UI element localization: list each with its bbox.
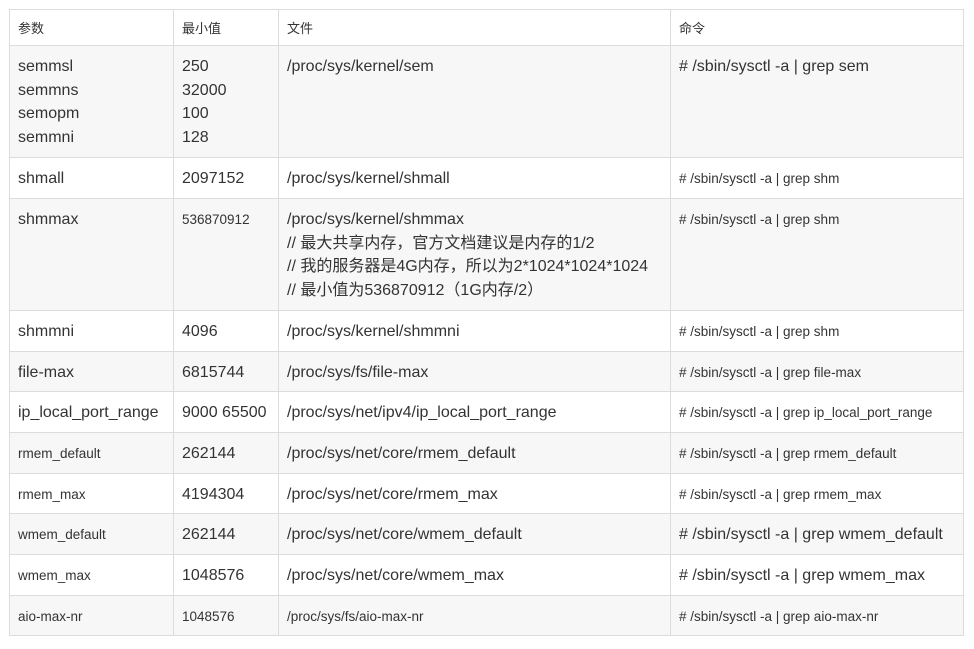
file-comment: // 最小值为536870912（1G内存/2） xyxy=(287,281,544,299)
table-row: ip_local_port_range 9000 65500 /proc/sys… xyxy=(9,391,964,433)
param-cell: shmall xyxy=(9,157,174,199)
file-path-cell: /proc/sys/net/core/rmem_max xyxy=(278,473,671,514)
table-row: aio-max-nr 1048576 /proc/sys/fs/aio-max-… xyxy=(9,595,964,636)
command-cell: # /sbin/sysctl -a | grep shm xyxy=(670,310,964,352)
file-path: /proc/sys/kernel/sem xyxy=(287,58,434,75)
file-path-cell: /proc/sys/net/core/wmem_max xyxy=(278,554,671,596)
file-comment: // 我的服务器是4G内存，所以为2*1024*1024*1024 xyxy=(287,258,649,275)
min-value-cell: 9000 65500 xyxy=(173,391,279,433)
file-path-cell: /proc/sys/net/core/wmem_default xyxy=(278,513,671,555)
file-path-cell: /proc/sys/fs/aio-max-nr xyxy=(278,595,671,636)
param-name: semopm xyxy=(18,105,80,122)
param-cell: shmmni xyxy=(9,310,174,352)
table-row: shmmax 536870912 /proc/sys/kernel/shmmax… xyxy=(9,198,964,311)
min-value-cell: 262144 xyxy=(173,513,279,555)
min-value-cell: 6815744 xyxy=(173,351,279,392)
header-min-value: 最小值 xyxy=(173,9,279,46)
command-cell: # /sbin/sysctl -a | grep ip_local_port_r… xyxy=(670,391,964,433)
param-cell: shmmax xyxy=(9,198,174,311)
table-row: wmem_default 262144 /proc/sys/net/core/w… xyxy=(9,513,964,555)
min-value: 32000 xyxy=(182,81,227,99)
table-header-row: 参数 最小值 文件 命令 xyxy=(9,9,964,46)
file-comment: // 最大共享内存，官方文档建议是内存的1/2 xyxy=(287,234,595,252)
param-cell: rmem_default xyxy=(9,432,174,474)
table-row: wmem_max 1048576 /proc/sys/net/core/wmem… xyxy=(9,554,964,596)
param-cell: aio-max-nr xyxy=(9,595,174,636)
min-value-cell: 1048576 xyxy=(173,595,279,636)
header-command: 命令 xyxy=(670,9,964,46)
min-value: 100 xyxy=(182,105,209,122)
min-value-cell: 4194304 xyxy=(173,473,279,514)
file-path-cell: /proc/sys/net/core/rmem_default xyxy=(278,432,671,474)
param-name: semmns xyxy=(18,81,79,99)
table-row: shmall 2097152 /proc/sys/kernel/shmall #… xyxy=(9,157,964,199)
command-cell: # /sbin/sysctl -a | grep aio-max-nr xyxy=(670,595,964,636)
header-file: 文件 xyxy=(278,9,671,46)
file-path-cell: /proc/sys/net/ipv4/ip_local_port_range xyxy=(278,391,671,433)
header-param: 参数 xyxy=(9,9,174,46)
command-cell: # /sbin/sysctl -a | grep rmem_max xyxy=(670,473,964,514)
min-value: 128 xyxy=(182,128,209,146)
min-value-cell: 262144 xyxy=(173,432,279,474)
param-cell: ip_local_port_range xyxy=(9,391,174,433)
param-cell: semmsl semmns semopm semmni xyxy=(9,45,174,158)
param-name: semmsl xyxy=(18,58,74,75)
min-value: 250 xyxy=(182,58,209,75)
min-value-cell: 4096 xyxy=(173,310,279,352)
file-path-cell: /proc/sys/kernel/shmmax // 最大共享内存，官方文档建议… xyxy=(278,198,671,311)
table-row: rmem_default 262144 /proc/sys/net/core/r… xyxy=(9,432,964,474)
table-row: shmmni 4096 /proc/sys/kernel/shmmni # /s… xyxy=(9,310,964,352)
command-cell: # /sbin/sysctl -a | grep wmem_max xyxy=(670,554,964,596)
table-row: rmem_max 4194304 /proc/sys/net/core/rmem… xyxy=(9,473,964,514)
param-name: semmni xyxy=(18,128,75,146)
command-cell: # /sbin/sysctl -a | grep wmem_default xyxy=(670,513,964,555)
command-cell: # /sbin/sysctl -a | grep shm xyxy=(670,157,964,199)
params-table-container: 参数 最小值 文件 命令 semmsl semmns semopm semmni… xyxy=(9,9,964,636)
file-path: /proc/sys/kernel/shmmax xyxy=(287,211,464,228)
file-path-cell: /proc/sys/kernel/shmall xyxy=(278,157,671,199)
command-cell: # /sbin/sysctl -a | grep file-max xyxy=(670,351,964,392)
file-path-cell: /proc/sys/kernel/shmmni xyxy=(278,310,671,352)
command-cell: # /sbin/sysctl -a | grep sem xyxy=(670,45,964,158)
min-value-cell: 536870912 xyxy=(173,198,279,311)
min-value-cell: 1048576 xyxy=(173,554,279,596)
min-value-cell: 2097152 xyxy=(173,157,279,199)
file-path-cell: /proc/sys/fs/file-max xyxy=(278,351,671,392)
param-cell: rmem_max xyxy=(9,473,174,514)
command-cell: # /sbin/sysctl -a | grep rmem_default xyxy=(670,432,964,474)
param-cell: wmem_default xyxy=(9,513,174,555)
kernel-params-table: 参数 最小值 文件 命令 semmsl semmns semopm semmni… xyxy=(9,9,964,636)
command-cell: # /sbin/sysctl -a | grep shm xyxy=(670,198,964,311)
file-path-cell: /proc/sys/kernel/sem xyxy=(278,45,671,158)
param-cell: wmem_max xyxy=(9,554,174,596)
min-value-cell: 250 32000 100 128 xyxy=(173,45,279,158)
table-row: semmsl semmns semopm semmni 250 32000 10… xyxy=(9,45,964,158)
table-row: file-max 6815744 /proc/sys/fs/file-max #… xyxy=(9,351,964,392)
param-cell: file-max xyxy=(9,351,174,392)
